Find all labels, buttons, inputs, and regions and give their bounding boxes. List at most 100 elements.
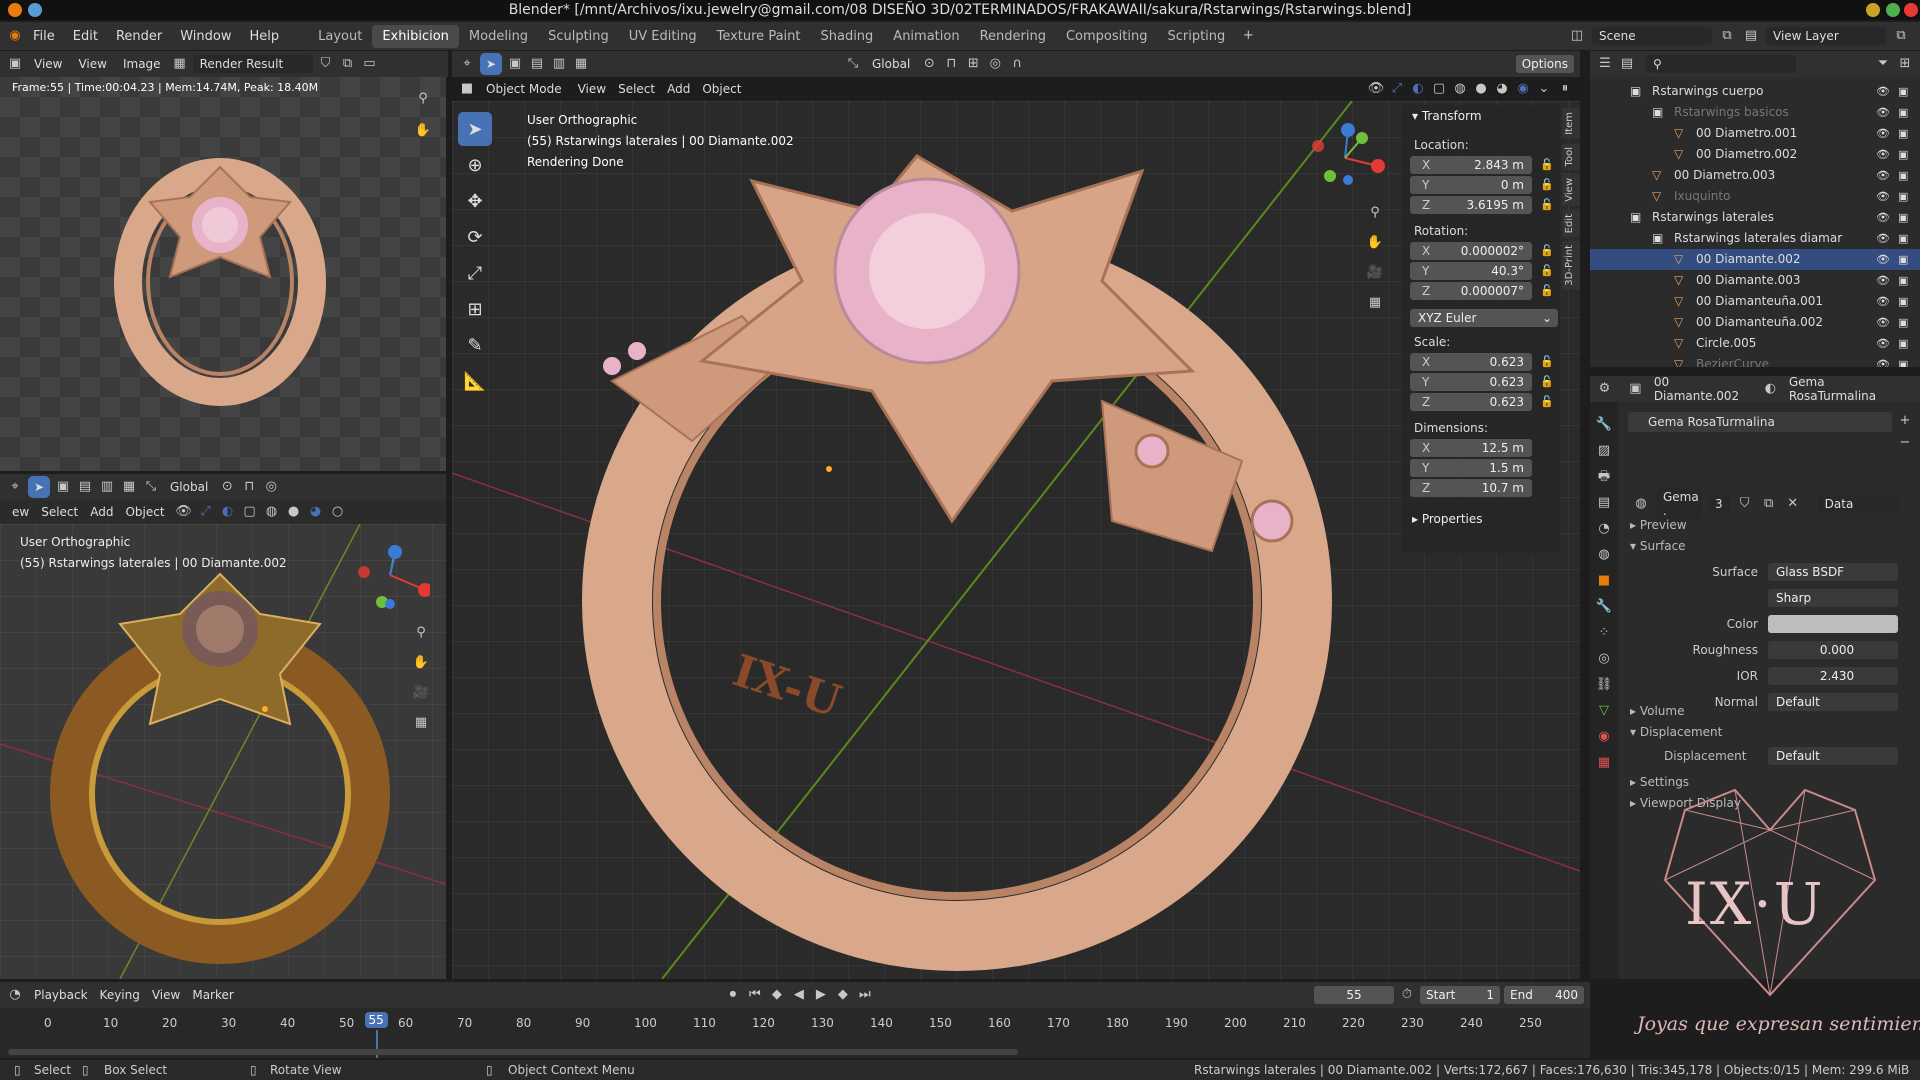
main-nav-gizmo[interactable] [1300, 118, 1390, 198]
scene-selector[interactable]: Scene [1592, 27, 1712, 45]
main-select-extend-icon[interactable]: ▤ [528, 55, 546, 73]
physics-tab-icon[interactable]: ◎ [1595, 650, 1613, 668]
outliner-item[interactable]: ▽ BezierCurve 👁 ▣ [1590, 354, 1920, 367]
render-camera-icon[interactable]: ▣ [1898, 144, 1908, 165]
snap-icon[interactable]: ⊓ [942, 55, 960, 73]
scale-z-field[interactable]: Z 0.623 [1410, 393, 1532, 411]
transform-header[interactable]: ▾ Transform [1412, 109, 1482, 123]
shading-dropdown-icon[interactable]: ⌄ [1535, 80, 1553, 98]
visibility-eye-icon[interactable]: 👁 [1876, 291, 1890, 312]
render-camera-icon[interactable]: ▣ [1898, 270, 1908, 291]
small-snap-icon[interactable]: ⊓ [240, 478, 258, 496]
filter-icon[interactable]: ⏷ [1874, 55, 1892, 73]
visibility-eye-icon[interactable]: 👁 [1876, 270, 1890, 291]
scale-tool-icon[interactable]: ⤢ [458, 256, 492, 290]
output-tab-icon[interactable]: 🖶 [1595, 468, 1613, 486]
workspace-tab-compositing[interactable]: Compositing [1056, 25, 1158, 48]
timeline-menu-keying[interactable]: Keying [94, 986, 146, 1004]
material-tab-icon[interactable]: ◉ [1595, 728, 1613, 746]
rotate-tool-icon[interactable]: ⟳ [458, 220, 492, 254]
render-camera-icon[interactable]: ▣ [1898, 228, 1908, 249]
select-mode-extend-icon[interactable]: ▤ [76, 478, 94, 496]
surface-section[interactable]: ▾ Surface [1630, 539, 1686, 553]
small-material-shading-icon[interactable]: ◕ [307, 503, 325, 521]
view-layer-icon[interactable]: ▤ [1742, 27, 1760, 45]
render-tab-icon[interactable]: ▨ [1595, 442, 1613, 460]
small-viewport-menu-select[interactable]: Select [35, 503, 84, 521]
visibility-eye-icon[interactable]: 👁 [1876, 144, 1890, 165]
small-render-shading-icon[interactable]: ○ [329, 503, 347, 521]
world-tab-icon[interactable]: ◍ [1595, 546, 1613, 564]
blender-menu-icon[interactable]: ◉ [6, 27, 24, 45]
gizmo-toggle-icon[interactable]: ⤢ [1388, 80, 1406, 98]
maximize-icon[interactable] [1886, 3, 1900, 17]
main-grid-icon[interactable]: ▦ [1366, 294, 1384, 312]
viewport-menu-add[interactable]: Add [661, 80, 696, 98]
dimensions-y-field[interactable]: Y 1.5 m [1410, 459, 1532, 477]
editor-type-icon[interactable]: ▣ [6, 55, 24, 73]
viewport-menu-object[interactable]: Object [696, 80, 747, 98]
lock-icon[interactable]: 🔓 [1540, 244, 1554, 257]
small-xray-icon[interactable]: ▢ [241, 503, 259, 521]
constraints-tab-icon[interactable]: ⛓ [1595, 676, 1613, 694]
pause-render-icon[interactable]: ⏸ [1556, 80, 1574, 98]
lock-icon[interactable]: 🔓 [1540, 178, 1554, 191]
end-frame-field[interactable]: End 400 [1504, 986, 1584, 1004]
workspace-tab-uv-editing[interactable]: UV Editing [619, 25, 707, 48]
scene-icon[interactable]: ◫ [1568, 27, 1586, 45]
visibility-eye-icon[interactable]: 👁 [1876, 165, 1890, 186]
viewport-menu-view[interactable]: View [572, 80, 612, 98]
image-browse-icon[interactable]: ▦ [171, 55, 189, 73]
main-zoom-icon[interactable]: ⚲ [1366, 204, 1384, 222]
menu-file[interactable]: File [24, 29, 64, 44]
outliner-editor-icon[interactable]: ☰ [1596, 55, 1614, 73]
workspace-tab-modeling[interactable]: Modeling [459, 25, 538, 48]
rendered-shading-icon[interactable]: ◉ [1514, 80, 1532, 98]
prop-field-surface[interactable]: Glass BSDF [1768, 563, 1898, 581]
visibility-icon[interactable]: 👁 [1367, 80, 1385, 98]
main-editor-type-icon[interactable]: ⌖ [458, 55, 476, 73]
snap-target-icon[interactable]: ⊞ [964, 55, 982, 73]
menu-window[interactable]: Window [171, 29, 240, 44]
select-mode-invert-icon[interactable]: ▦ [120, 478, 138, 496]
n-tab-edit[interactable]: Edit [1562, 209, 1580, 238]
modifier-tab-icon[interactable]: 🔧 [1595, 598, 1613, 616]
outliner-item[interactable]: ▣ Rstarwings basicos 👁 ▣ [1590, 102, 1920, 123]
outliner-item[interactable]: ▽ 00 Diamante.002 👁 ▣ [1590, 249, 1920, 270]
location-x-field[interactable]: X 2.843 m [1410, 156, 1532, 174]
workspace-tab-rendering[interactable]: Rendering [970, 25, 1056, 48]
current-frame-badge[interactable]: 55 [364, 1012, 388, 1028]
visibility-eye-icon[interactable]: 👁 [1876, 354, 1890, 367]
view-layer-tab-icon[interactable]: ▤ [1595, 494, 1613, 512]
current-frame-field[interactable]: 55 [1314, 986, 1394, 1004]
menu-edit[interactable]: Edit [64, 29, 107, 44]
remove-slot-icon[interactable]: − [1896, 434, 1914, 452]
preview-section[interactable]: ▸ Preview [1630, 518, 1687, 532]
wireframe-shading-icon[interactable]: ◍ [1451, 80, 1469, 98]
timeline-editor-icon[interactable]: ◔ [6, 986, 24, 1004]
outliner-item[interactable]: ▣ Rstarwings cuerpo 👁 ▣ [1590, 81, 1920, 102]
small-viewport-menu-ew[interactable]: ew [6, 503, 35, 521]
render-camera-icon[interactable]: ▣ [1898, 207, 1908, 228]
start-frame-field[interactable]: Start 1 [1420, 986, 1500, 1004]
small-orientation-icon[interactable]: ⤡ [142, 478, 160, 496]
workspace-tab-layout[interactable]: Layout [308, 25, 372, 48]
jump-start-icon[interactable]: ⏮ [746, 986, 764, 1004]
n-tab-3d-print[interactable]: 3D-Print [1562, 241, 1580, 290]
small-camera-icon[interactable]: 🎥 [412, 684, 430, 702]
image-name-field[interactable]: Render Result [192, 55, 313, 73]
small-solid-shading-icon[interactable]: ● [285, 503, 303, 521]
data-tab-icon[interactable]: ▽ [1595, 702, 1613, 720]
object-mode-icon[interactable]: ■ [458, 80, 476, 98]
small-orientation-dropdown[interactable]: Global [164, 478, 214, 496]
visibility-eye-icon[interactable]: 👁 [1876, 249, 1890, 270]
render-camera-icon[interactable]: ▣ [1898, 123, 1908, 144]
prop-field-normal[interactable]: Default [1768, 693, 1898, 711]
render-camera-icon[interactable]: ▣ [1898, 81, 1908, 102]
new-collection-icon[interactable]: ⊞ [1896, 55, 1914, 73]
scene-tab-icon[interactable]: ◔ [1595, 520, 1613, 538]
options-dropdown[interactable]: Options [1515, 55, 1574, 73]
open-image-icon[interactable]: ▭ [361, 55, 379, 73]
main-select-new-icon[interactable]: ▣ [506, 55, 524, 73]
small-select-tool-icon[interactable]: ➤ [28, 476, 50, 498]
